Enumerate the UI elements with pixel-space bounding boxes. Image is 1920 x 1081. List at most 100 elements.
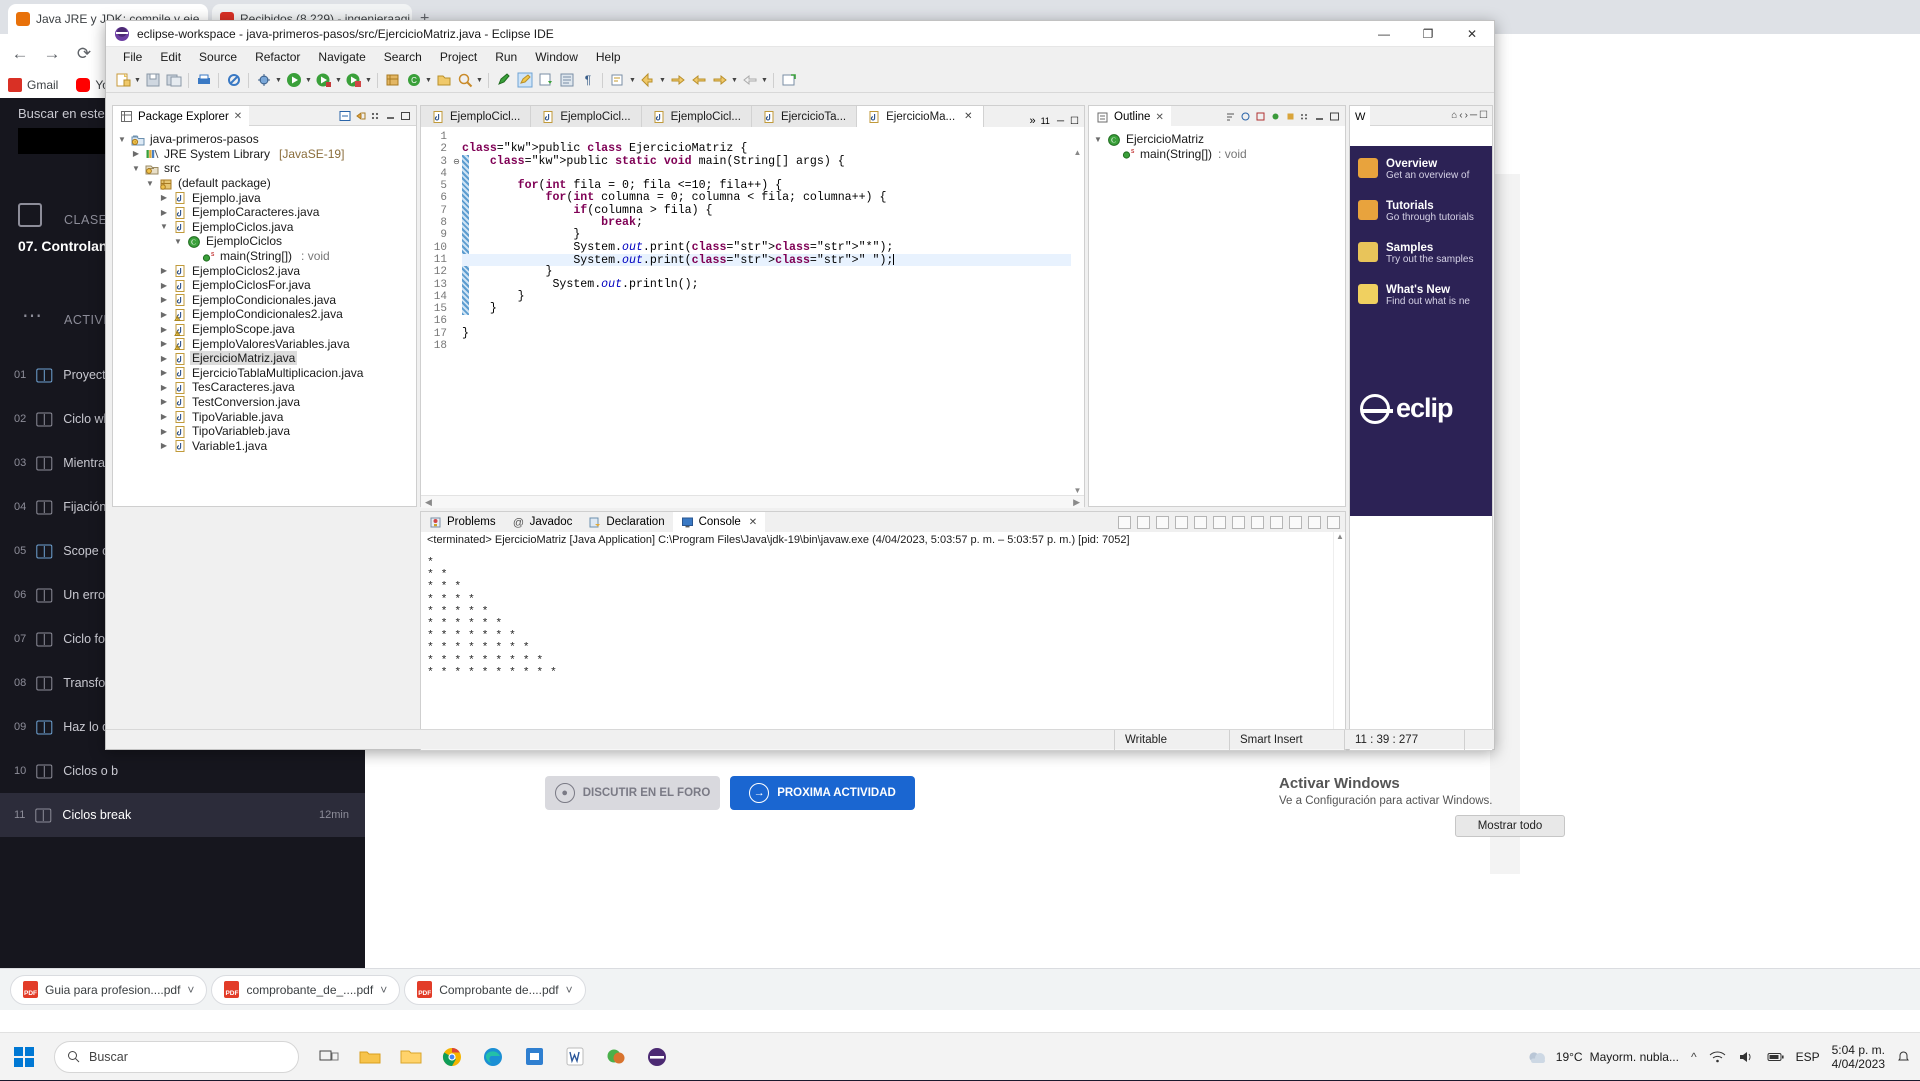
chevron-down-icon[interactable]: ▼ <box>304 71 313 90</box>
folder-icon[interactable] <box>397 1043 425 1071</box>
chevron-down-icon[interactable]: ▼ <box>173 237 183 246</box>
show-all-downloads-button[interactable]: Mostrar todo <box>1455 815 1565 837</box>
notifications-icon[interactable] <box>1897 1050 1910 1064</box>
tree-item[interactable]: ▶ Variable1.java <box>117 438 416 453</box>
print-icon[interactable] <box>194 71 213 90</box>
code-line[interactable]: } <box>462 302 1084 315</box>
tree-item[interactable]: ▶ EjemploCiclos2.java <box>117 263 416 278</box>
chevron-right-icon[interactable]: ▶ <box>159 427 169 436</box>
search-icon2[interactable] <box>455 71 474 90</box>
chevron-down-icon[interactable]: ▼ <box>730 71 739 90</box>
chevron-down-icon[interactable]: ▼ <box>159 222 169 231</box>
chevron-right-icon[interactable]: ▶ <box>159 368 169 377</box>
console-vertical-scrollbar[interactable]: ▲ ▼ <box>1333 532 1345 737</box>
new-package-icon[interactable] <box>383 71 402 90</box>
editor-vertical-scrollbar[interactable]: ▲ ▼ <box>1071 148 1084 495</box>
chat-icon[interactable] <box>602 1043 630 1071</box>
download-item[interactable]: PDF comprobante_de_....pdf ˅ <box>211 974 401 1005</box>
code-line[interactable] <box>462 315 1084 327</box>
package-tree[interactable]: ▼! java-primeros-pasos ▶ JRE System Library… <box>113 126 416 453</box>
tray-expand-icon[interactable]: ^ <box>1691 1050 1697 1064</box>
paragraph-icon[interactable]: ¶ <box>578 71 597 90</box>
forward-icon[interactable]: → <box>40 42 64 66</box>
forum-button[interactable]: ● DISCUTIR EN EL FORO <box>545 776 720 810</box>
package-explorer-view[interactable]: Package Explorer ✕ ▼ ! java-primeros-pas… <box>112 105 417 507</box>
chevron-up-icon[interactable]: ˅ <box>187 983 194 997</box>
console-view[interactable]: Problems @ Javadoc Declaration Console ✕ <ter… <box>420 511 1346 751</box>
welcome-link[interactable]: Overview Get an overview of <box>1358 158 1469 181</box>
minimize-view-icon[interactable] <box>1308 515 1321 529</box>
chevron-right-icon[interactable]: ▶ <box>159 412 169 421</box>
remove-all-icon[interactable] <box>1156 515 1169 529</box>
console-panel-tab[interactable]: Declaration <box>580 512 672 532</box>
new-class-icon[interactable]: C <box>404 71 423 90</box>
chevron-down-icon[interactable]: ▼ <box>133 71 142 90</box>
close-icon[interactable]: ✕ <box>964 111 972 122</box>
store-icon[interactable] <box>520 1043 548 1071</box>
chevron-down-icon[interactable]: ▼ <box>145 179 155 188</box>
tree-item[interactable]: ▶! EjemploCondicionales2.java <box>117 307 416 322</box>
download-item[interactable]: PDF Guia para profesion....pdf ˅ <box>10 974 208 1005</box>
book-icon[interactable] <box>557 71 576 90</box>
code-area-wrapper[interactable]: 1 2 3 4 5 6 7 8 9 10 11 12 13 14 15 16 17 18 ⊖ class="kw"… <box>421 127 1084 508</box>
chevron-right-icon[interactable]: ▶ <box>159 441 169 450</box>
fold-toggle[interactable]: ⊖ <box>451 156 462 168</box>
taskbar-search[interactable]: Buscar <box>54 1040 299 1073</box>
hide-nonpublic-icon[interactable] <box>1269 110 1282 123</box>
menu-item-file[interactable]: File <box>114 47 151 68</box>
run-icon[interactable] <box>284 71 303 90</box>
next-edit-icon[interactable] <box>689 71 708 90</box>
scroll-lock-icon[interactable] <box>1194 515 1207 529</box>
lesson-item[interactable]: 10 Ciclos o b <box>0 749 365 793</box>
tree-item[interactable]: Smain(String[]): void <box>117 249 416 264</box>
tab-package-explorer[interactable]: Package Explorer ✕ <box>113 105 250 126</box>
menu-item-navigate[interactable]: Navigate <box>309 47 374 68</box>
chrome-icon[interactable] <box>438 1043 466 1071</box>
scroll-right-icon[interactable]: ▶ <box>1073 497 1080 508</box>
close-button[interactable]: ✕ <box>1450 21 1494 47</box>
editor-tab-overflow[interactable]: » 11 <box>1022 115 1056 127</box>
code-line[interactable]: System.out.println(); <box>462 278 1084 291</box>
editor-tab[interactable]: EjemploCicl... <box>531 106 642 127</box>
console-panel-tab[interactable]: @ Javadoc <box>504 512 581 532</box>
open-type-icon[interactable] <box>434 71 453 90</box>
chevron-down-icon[interactable]: ▼ <box>1093 135 1103 144</box>
weather-widget[interactable]: 19°C Mayorm. nubla... <box>1527 1049 1679 1065</box>
code-line[interactable]: class="kw">public static void main(Strin… <box>462 155 1084 168</box>
word-icon[interactable] <box>561 1043 589 1071</box>
close-icon[interactable]: ✕ <box>1155 112 1163 123</box>
pin-console-icon[interactable] <box>1232 515 1245 529</box>
chevron-down-icon[interactable]: ▼ <box>475 71 484 90</box>
scroll-left-icon[interactable]: ◀ <box>425 497 432 508</box>
coverage-icon[interactable] <box>344 71 363 90</box>
menu-item-source[interactable]: Source <box>190 47 246 68</box>
tree-item[interactable]: ▶ EjercicioMatriz.java <box>117 351 416 366</box>
collapse-all-icon[interactable] <box>338 109 352 123</box>
display-selected-icon[interactable] <box>1251 515 1264 529</box>
chevron-down-icon[interactable]: ▼ <box>117 135 127 144</box>
welcome-link[interactable]: Tutorials Go through tutorials <box>1358 200 1474 223</box>
menu-item-refactor[interactable]: Refactor <box>246 47 309 68</box>
outline-view[interactable]: Outline ✕ ▼ C EjercicioMatriz Smain(String[… <box>1088 105 1346 507</box>
prev-edit-icon[interactable] <box>668 71 687 90</box>
back-icon[interactable] <box>710 71 729 90</box>
language-indicator[interactable]: ESP <box>1796 1050 1820 1064</box>
console-panel-tab[interactable]: Problems <box>421 512 504 532</box>
view-menu-icon[interactable] <box>370 109 382 123</box>
chevron-down-icon[interactable]: ▼ <box>131 164 141 173</box>
tree-item[interactable]: ▶ EjercicioTablaMultiplicacion.java <box>117 366 416 381</box>
tree-item[interactable]: ▼! java-primeros-pasos <box>117 132 416 147</box>
tree-item[interactable]: ▼ (default package) <box>117 176 416 191</box>
tree-item[interactable]: ▼ C EjemploCiclos <box>117 234 416 249</box>
chevron-right-icon[interactable]: ▶ <box>159 193 169 202</box>
maximize-view-icon[interactable] <box>1328 110 1341 123</box>
code-editor-view[interactable]: EjemploCicl... EjemploCicl... EjemploCicl.… <box>420 105 1085 508</box>
back-nav-icon[interactable] <box>638 71 657 90</box>
eclipse-icon[interactable] <box>643 1043 671 1071</box>
lesson-item[interactable]: 11 Ciclos break 12min <box>0 793 365 837</box>
fold-column[interactable]: ⊖ <box>451 127 469 508</box>
tree-item[interactable]: ▶ EjemploCiclosFor.java <box>117 278 416 293</box>
tree-item[interactable]: ▶ TipoVariableb.java <box>117 424 416 439</box>
view-menu-icon[interactable] <box>1299 110 1311 123</box>
code-line[interactable]: } <box>462 327 1084 340</box>
